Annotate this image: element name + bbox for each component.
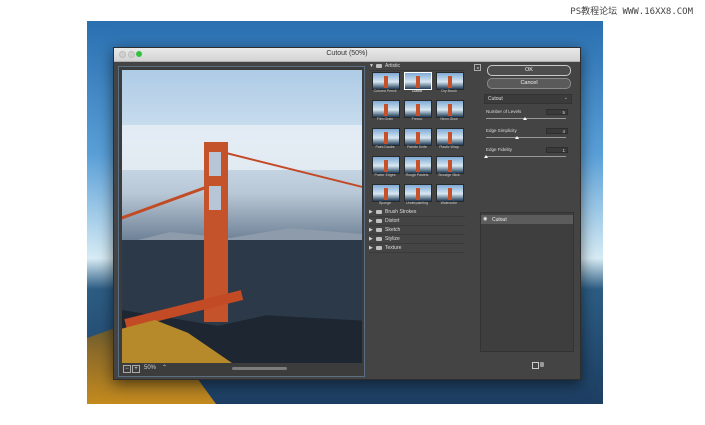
thumbnail-label: Colored Pencil: [373, 89, 397, 93]
settings-panel: ◂ OK Cancel Cutout ⌄ Number of Levels 5 Ed…: [470, 62, 576, 375]
filter-thumbnail[interactable]: Dry Brush: [436, 72, 464, 96]
filter-select[interactable]: Cutout ⌄: [484, 94, 572, 104]
folder-icon: [376, 228, 382, 232]
filter-thumbnail[interactable]: Underpainting: [404, 184, 432, 208]
folder-icon: [376, 219, 382, 223]
thumbnail-image: [404, 184, 432, 202]
folder-icon: [376, 64, 382, 68]
filter-thumbnail[interactable]: Plastic Wrap: [436, 128, 464, 152]
param-value-field[interactable]: 4: [546, 128, 568, 134]
group-texture[interactable]: ▶ Texture: [369, 244, 465, 253]
expand-right-icon: ▶: [369, 227, 373, 233]
thumbnail-image: [436, 184, 464, 202]
thumbnail-label: Film Grain: [376, 117, 394, 121]
new-layer-icon[interactable]: [532, 362, 539, 369]
expand-down-icon: ▼: [369, 63, 374, 69]
trash-icon[interactable]: [540, 362, 544, 367]
thumbnail-label: Paint Daubs: [375, 145, 395, 149]
thumbnail-label: Smudge Stick: [438, 173, 460, 177]
watermark: PS教程论坛 WWW.16XX8.COM: [570, 7, 693, 17]
thumbnail-label: Fresco: [411, 117, 423, 121]
filter-thumbnail[interactable]: Neon Glow: [436, 100, 464, 124]
thumbnail-image: [436, 128, 464, 146]
thumbnail-label: Dry Brush: [441, 89, 457, 93]
param-edge-simplicity: Edge Simplicity 4: [484, 128, 570, 146]
thumbnail-label: Watercolor: [440, 201, 458, 205]
preview-image[interactable]: [122, 70, 362, 363]
preview-pane[interactable]: − + 50% ⌃: [118, 66, 365, 377]
horizontal-scrollbar[interactable]: [232, 367, 287, 370]
zoom-dropdown-icon[interactable]: ⌃: [162, 364, 167, 371]
group-sketch[interactable]: ▶ Sketch: [369, 226, 465, 235]
filter-thumbnail[interactable]: Film Grain: [372, 100, 400, 124]
ok-button[interactable]: OK: [487, 65, 571, 76]
filter-gallery-dialog: Cutout (50%) − + 50% ⌃ ▼ Artistic Colore…: [113, 47, 581, 380]
thumbnail-label: Sponge: [378, 201, 392, 205]
thumbnail-image: [372, 72, 400, 90]
filter-thumbnail[interactable]: Paint Daubs: [372, 128, 400, 152]
chevron-down-icon: ⌄: [563, 95, 568, 101]
folder-icon: [376, 237, 382, 241]
thumbnail-image: [404, 72, 432, 90]
thumbnail-image: [372, 128, 400, 146]
filter-thumbnail[interactable]: Sponge: [372, 184, 400, 208]
filter-thumbnail[interactable]: Palette Knife: [404, 128, 432, 152]
effect-layers-panel: ◉ Cutout: [480, 212, 574, 352]
filter-thumbnail[interactable]: Colored Pencil: [372, 72, 400, 96]
filter-gallery: ▼ Artistic Colored Pencil Cutout Dry Brush…: [366, 62, 468, 375]
param-value-field[interactable]: 1: [546, 147, 568, 153]
group-brush-strokes[interactable]: ▶ Brush Strokes: [369, 208, 465, 217]
thumbnail-image: [404, 156, 432, 174]
group-distort[interactable]: ▶ Distort: [369, 217, 465, 226]
thumbnail-label: Rough Pastels: [405, 173, 429, 177]
cancel-button[interactable]: Cancel: [487, 78, 571, 89]
expand-right-icon: ▶: [369, 218, 373, 224]
zoom-in-button[interactable]: +: [132, 365, 140, 373]
filter-thumbnail[interactable]: Rough Pastels: [404, 156, 432, 180]
thumbnail-image: [404, 128, 432, 146]
zoom-bar: − + 50% ⌃: [122, 364, 362, 374]
layer-tools: [470, 361, 576, 371]
slider-knob[interactable]: [515, 136, 520, 139]
thumbnail-label: Poster Edges: [374, 173, 396, 177]
expand-right-icon: ▶: [369, 209, 373, 215]
thumbnail-image: [436, 156, 464, 174]
collapse-icon[interactable]: ◂: [474, 64, 481, 71]
title-bar: Cutout (50%): [114, 48, 580, 62]
thumbnail-image: [372, 156, 400, 174]
thumbnail-image: [404, 100, 432, 118]
folder-icon: [376, 246, 382, 250]
slider-knob[interactable]: [484, 155, 488, 158]
expand-right-icon: ▶: [369, 236, 373, 242]
param-edge-fidelity: Edge Fidelity 1: [484, 147, 570, 165]
param-value-field[interactable]: 5: [546, 109, 568, 115]
slider-knob[interactable]: [523, 117, 527, 120]
thumbnail-label: Plastic Wrap: [439, 145, 459, 149]
thumbnail-label: Palette Knife: [407, 145, 427, 149]
group-stylize[interactable]: ▶ Stylize: [369, 235, 465, 244]
window-title: Cutout (50%): [326, 50, 368, 57]
folder-icon: [376, 210, 382, 214]
thumbnail-image: [372, 100, 400, 118]
eye-icon[interactable]: ◉: [483, 216, 487, 222]
filter-thumbnail[interactable]: Fresco: [404, 100, 432, 124]
thumbnail-label: Cutout: [411, 89, 423, 93]
zoom-level[interactable]: 50%: [144, 365, 156, 371]
thumbnail-label: Underpainting: [406, 201, 428, 205]
param-number-of-levels: Number of Levels 5: [484, 109, 570, 127]
filter-thumbnail[interactable]: Poster Edges: [372, 156, 400, 180]
slider-track[interactable]: [486, 156, 566, 157]
filter-thumbnail[interactable]: Cutout: [404, 72, 432, 96]
group-artistic[interactable]: ▼ Artistic: [369, 62, 465, 71]
slider-track[interactable]: [486, 137, 566, 138]
thumbnail-label: Neon Glow: [440, 117, 458, 121]
effect-layer-row[interactable]: ◉ Cutout: [481, 215, 573, 224]
thumbnail-image: [436, 100, 464, 118]
filter-thumbnail[interactable]: Smudge Stick: [436, 156, 464, 180]
filter-thumbnail[interactable]: Watercolor: [436, 184, 464, 208]
thumbnail-image: [372, 184, 400, 202]
expand-right-icon: ▶: [369, 245, 373, 251]
thumbnail-image: [436, 72, 464, 90]
zoom-out-button[interactable]: −: [123, 365, 131, 373]
